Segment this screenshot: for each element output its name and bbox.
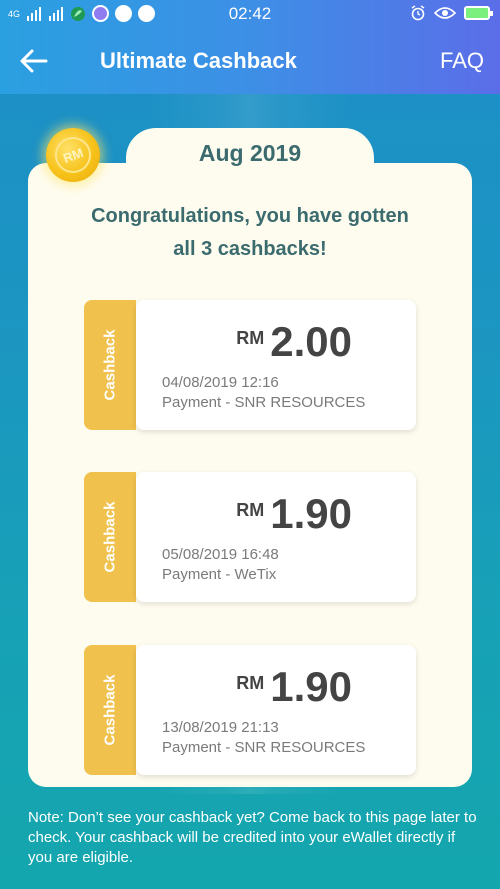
cashback-details: RM 1.90 05/08/2019 16:48 Payment - WeTix: [136, 472, 416, 602]
cashback-item: Cashback RM 2.00 04/08/2019 12:16 Paymen…: [84, 300, 416, 430]
transaction-datetime: 13/08/2019 21:13: [162, 719, 279, 736]
cashback-details: RM 1.90 13/08/2019 21:13 Payment - SNR R…: [136, 645, 416, 775]
cashback-tag: Cashback: [101, 329, 119, 401]
status-icons-right: [410, 5, 493, 21]
page-title: Ultimate Cashback: [100, 48, 297, 73]
app-header: Ultimate Cashback FAQ: [0, 28, 500, 94]
battery-icon: [464, 6, 493, 20]
transaction-description: Payment - SNR RESOURCES: [162, 394, 366, 411]
cashback-tag: Cashback: [101, 501, 119, 573]
status-bar: 4G 02:42: [0, 0, 500, 28]
cashback-details: RM 2.00 04/08/2019 12:16 Payment - SNR R…: [136, 300, 416, 430]
eye-comfort-icon: [434, 7, 456, 19]
cashback-amount: RM 2.00: [236, 318, 352, 366]
cashback-amount: RM 1.90: [236, 663, 352, 711]
congrats-line-2: all 3 cashbacks!: [173, 238, 327, 260]
cashback-tag: Cashback: [101, 674, 119, 746]
currency-label: RM: [236, 673, 265, 693]
amount-value: 2.00: [270, 318, 352, 365]
transaction-description: Payment - SNR RESOURCES: [162, 739, 366, 756]
currency-label: RM: [236, 500, 265, 520]
cashback-amount: RM 1.90: [236, 490, 352, 538]
currency-label: RM: [236, 328, 265, 348]
cashback-ribbon: Cashback: [84, 645, 136, 775]
month-label: Aug 2019: [198, 140, 302, 166]
congratulations-message: Congratulations, you have gotten all 3 c…: [28, 200, 472, 266]
rm-coin-icon: RM: [46, 128, 100, 182]
cashback-item: Cashback RM 1.90 05/08/2019 16:48 Paymen…: [84, 472, 416, 602]
cashback-ribbon: Cashback: [84, 300, 136, 430]
cashback-item: Cashback RM 1.90 13/08/2019 21:13 Paymen…: [84, 645, 416, 775]
amount-value: 1.90: [270, 663, 352, 710]
back-arrow-icon[interactable]: [18, 45, 50, 77]
cashback-ribbon: Cashback: [84, 472, 136, 602]
transaction-datetime: 04/08/2019 12:16: [162, 374, 279, 391]
coin-label: RM: [49, 131, 97, 179]
faq-link[interactable]: FAQ: [440, 48, 484, 74]
transaction-description: Payment - WeTix: [162, 566, 277, 583]
transaction-datetime: 05/08/2019 16:48: [162, 546, 279, 563]
amount-value: 1.90: [270, 490, 352, 537]
alarm-icon: [411, 5, 425, 21]
congrats-line-1: Congratulations, you have gotten: [91, 205, 409, 227]
cashback-note: Note: Don’t see your cashback yet? Come …: [28, 809, 477, 866]
